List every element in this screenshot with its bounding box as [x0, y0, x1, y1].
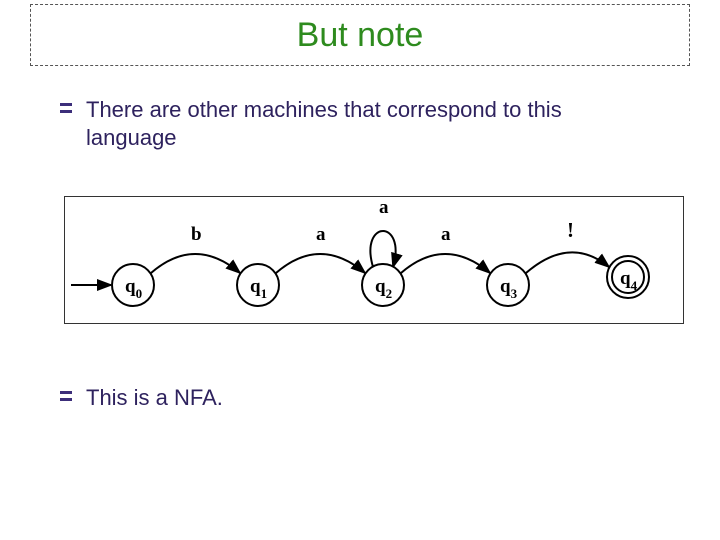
edge-q2-q3 [401, 254, 490, 273]
state-q1: q1 [237, 264, 279, 306]
edge-label-a-loop: a [379, 197, 389, 218]
bullet-icon [60, 390, 72, 402]
bullet-item-2: This is a NFA. [60, 384, 223, 412]
state-q3: q3 [487, 264, 529, 306]
bullet-text-1: There are other machines that correspond… [86, 96, 646, 151]
nfa-diagram: b a a a ! q0 q1 q2 q3 [63, 195, 687, 327]
edge-q0-q1 [151, 254, 240, 273]
bullet-icon [60, 102, 72, 114]
edge-label-a1: a [316, 224, 326, 245]
nfa-diagram-frame: b a a a ! q0 q1 q2 q3 [64, 196, 684, 324]
slide-title: But note [297, 16, 424, 55]
edge-q2-self [370, 231, 395, 267]
edge-label-b: b [191, 224, 202, 245]
state-q2: q2 [362, 264, 404, 306]
bullet-text-2: This is a NFA. [86, 384, 223, 412]
state-q4: q4 [607, 256, 649, 298]
edge-label-bang: ! [567, 218, 574, 242]
edge-q1-q2 [276, 254, 365, 273]
title-box: But note [30, 4, 690, 66]
edge-label-a2: a [441, 224, 451, 245]
edge-q3-q4 [526, 252, 609, 273]
bullet-item-1: There are other machines that correspond… [60, 96, 646, 151]
state-q0: q0 [112, 264, 154, 306]
